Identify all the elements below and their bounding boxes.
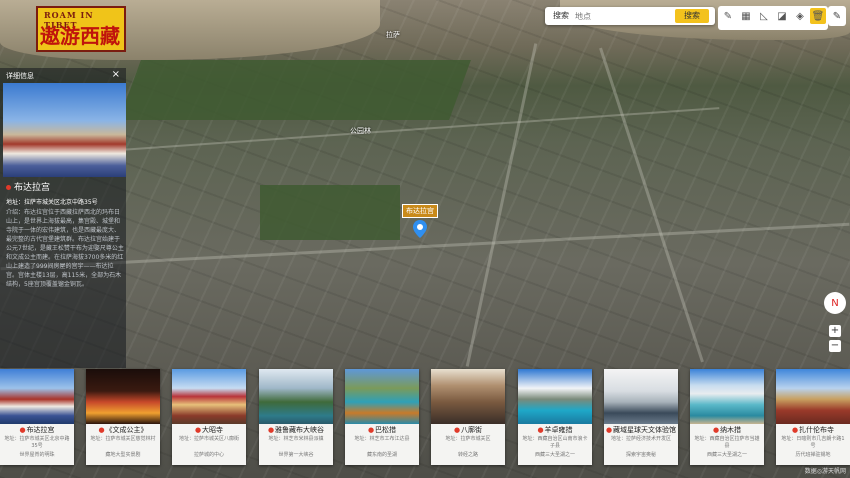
attraction-desc: 世界第一大峡谷 bbox=[278, 452, 314, 458]
attraction-desc: 藏东南的圣湖 bbox=[366, 452, 397, 458]
detail-title: 布达拉宫 bbox=[6, 180, 50, 193]
attraction-photo bbox=[518, 369, 592, 424]
search-bar: 搜索 搜索 bbox=[545, 7, 715, 25]
attraction-desc: 世界屋脊的明珠 bbox=[19, 452, 55, 458]
park-area bbox=[119, 60, 471, 120]
road bbox=[465, 43, 538, 367]
attraction-address: 地址：拉萨市城关区八廓街 bbox=[178, 436, 239, 442]
location-pin-icon: ● bbox=[267, 426, 275, 434]
detail-photo bbox=[3, 83, 126, 177]
attraction-carousel: ●布达拉宫 地址：拉萨市城关区北京中路35号 世界屋脊的明珠 ●《文成公主》 地… bbox=[0, 369, 850, 473]
attraction-desc: 探索宇宙奥秘 bbox=[625, 452, 656, 458]
location-pin-icon: ● bbox=[537, 426, 544, 434]
attraction-name: 大昭寺 bbox=[202, 426, 224, 434]
attraction-address: 地址：日喀则市几吉朗卡路1号 bbox=[781, 436, 845, 449]
search-label: 搜索 bbox=[553, 11, 569, 20]
detail-description: 介绍：布达拉宫位于西藏拉萨西北的玛布日山上，是世界上海拔最高，集宫殿、城堡和寺院… bbox=[6, 209, 124, 288]
attraction-card[interactable]: ●纳木措 地址：西藏自治区拉萨市当雄县 西藏三大圣湖之一 bbox=[690, 369, 764, 465]
map-toolbar: ✎ ▦ ◺ ◪ ◈ 🗑 bbox=[718, 6, 828, 30]
attraction-name: 羊卓雍措 bbox=[544, 426, 573, 434]
attraction-card[interactable]: ●八廓街 地址：拉萨市城关区 转经之路 bbox=[431, 369, 505, 465]
location-pin-icon: ● bbox=[98, 426, 105, 434]
attraction-address: 地址：西藏自治区山南市浪卡子县 bbox=[522, 436, 588, 449]
attraction-photo bbox=[690, 369, 764, 424]
attraction-photo bbox=[431, 369, 505, 424]
map-marker-label[interactable]: 布达拉宫 bbox=[402, 204, 438, 218]
map-label: 拉萨 bbox=[386, 31, 400, 39]
zoom-out-button[interactable]: − bbox=[829, 340, 841, 352]
attraction-photo bbox=[776, 369, 850, 424]
ruler-icon[interactable]: ✎ bbox=[720, 8, 736, 24]
attraction-name: 《文成公主》 bbox=[105, 426, 148, 434]
attraction-desc: 藏地大型实景剧 bbox=[105, 452, 141, 458]
location-pin-icon: ● bbox=[194, 426, 202, 434]
attraction-address: 地址：林芝市工布江达县 bbox=[354, 436, 410, 442]
search-input[interactable] bbox=[575, 9, 665, 23]
attraction-photo bbox=[259, 369, 333, 424]
attraction-photo bbox=[345, 369, 419, 424]
location-pin-icon: ● bbox=[712, 426, 720, 434]
close-icon[interactable]: × bbox=[112, 69, 120, 80]
attraction-photo bbox=[604, 369, 678, 424]
layers-icon[interactable]: ◪ bbox=[774, 8, 790, 24]
attraction-name: 藏域星球天文体验馆 bbox=[613, 426, 677, 434]
park-area bbox=[260, 185, 400, 240]
attraction-address: 地址：拉萨市城关区北京中路35号 bbox=[4, 436, 70, 449]
attraction-desc: 西藏三大圣湖之一 bbox=[706, 452, 747, 458]
attraction-card[interactable]: ●藏域星球天文体验馆 地址：拉萨经济技术开发区 探索宇宙奥秘 bbox=[604, 369, 678, 465]
detail-header: 详细信息 bbox=[6, 72, 34, 80]
attraction-desc: 历代班禅驻锡地 bbox=[795, 452, 831, 458]
location-pin-icon[interactable] bbox=[413, 220, 427, 238]
attraction-name: 布达拉宫 bbox=[26, 426, 55, 434]
location-pin-icon: ● bbox=[605, 426, 613, 434]
attraction-card[interactable]: ●扎什伦布寺 地址：日喀则市几吉朗卡路1号 历代班禅驻锡地 bbox=[776, 369, 850, 465]
map-label: 公园林 bbox=[350, 127, 371, 135]
attraction-desc: 转经之路 bbox=[457, 452, 478, 458]
attraction-name: 八廓街 bbox=[461, 426, 483, 434]
marker-tool-icon[interactable]: ◈ bbox=[792, 8, 808, 24]
attraction-card[interactable]: ●《文成公主》 地址：拉萨市城关区慈觉林村 藏地大型实景剧 bbox=[86, 369, 160, 465]
attraction-card[interactable]: ●大昭寺 地址：拉萨市城关区八廓街 拉萨城的中心 bbox=[172, 369, 246, 465]
data-credit: 数据◎游天帆网 bbox=[804, 468, 846, 475]
attraction-name: 扎什伦布寺 bbox=[799, 426, 835, 434]
app-logo[interactable]: ROAM IN TIBET 遨游西藏 bbox=[36, 6, 126, 52]
attraction-photo bbox=[172, 369, 246, 424]
attraction-photo bbox=[86, 369, 160, 424]
attraction-address: 地址：西藏自治区拉萨市当雄县 bbox=[694, 436, 760, 449]
attraction-address: 地址：拉萨市城关区慈觉林村 bbox=[90, 436, 156, 442]
road bbox=[599, 47, 704, 363]
detail-address: 地址：拉萨市城关区北京中路35号 bbox=[6, 199, 98, 206]
edit-icon[interactable]: ✎ bbox=[828, 6, 846, 26]
attraction-card[interactable]: ●雅鲁藏布大峡谷 地址：林芝市米林县派镇 世界第一大峡谷 bbox=[259, 369, 333, 465]
zoom-in-button[interactable]: + bbox=[829, 325, 841, 337]
angle-icon[interactable]: ◺ bbox=[756, 8, 772, 24]
detail-panel: 详细信息 × 布达拉宫 地址：拉萨市城关区北京中路35号 介绍：布达拉宫位于西藏… bbox=[0, 68, 126, 368]
trash-icon[interactable]: 🗑 bbox=[810, 8, 826, 24]
attraction-name: 巴松措 bbox=[375, 426, 397, 434]
logo-chinese: 遨游西藏 bbox=[40, 24, 120, 48]
attraction-card[interactable]: ●布达拉宫 地址：拉萨市城关区北京中路35号 世界屋脊的明珠 bbox=[0, 369, 74, 465]
attraction-desc: 西藏三大圣湖之一 bbox=[534, 452, 575, 458]
compass-icon[interactable]: N bbox=[824, 292, 846, 314]
attraction-name: 纳木措 bbox=[720, 426, 742, 434]
attraction-address: 地址：拉萨市城关区 bbox=[445, 436, 491, 442]
attraction-name: 雅鲁藏布大峡谷 bbox=[275, 426, 325, 434]
location-pin-icon: ● bbox=[791, 426, 799, 434]
location-pin-icon: ● bbox=[367, 426, 375, 434]
location-pin-icon: ● bbox=[453, 426, 461, 434]
attraction-card[interactable]: ●巴松措 地址：林芝市工布江达县 藏东南的圣湖 bbox=[345, 369, 419, 465]
attraction-address: 地址：拉萨经济技术开发区 bbox=[610, 436, 671, 442]
area-icon[interactable]: ▦ bbox=[738, 8, 754, 24]
attraction-desc: 拉萨城的中心 bbox=[193, 452, 224, 458]
location-pin-icon: ● bbox=[19, 426, 26, 434]
search-button[interactable]: 搜索 bbox=[675, 9, 709, 23]
attraction-card[interactable]: ●羊卓雍措 地址：西藏自治区山南市浪卡子县 西藏三大圣湖之一 bbox=[518, 369, 592, 465]
attraction-photo bbox=[0, 369, 74, 424]
attraction-address: 地址：林芝市米林县派镇 bbox=[268, 436, 324, 442]
